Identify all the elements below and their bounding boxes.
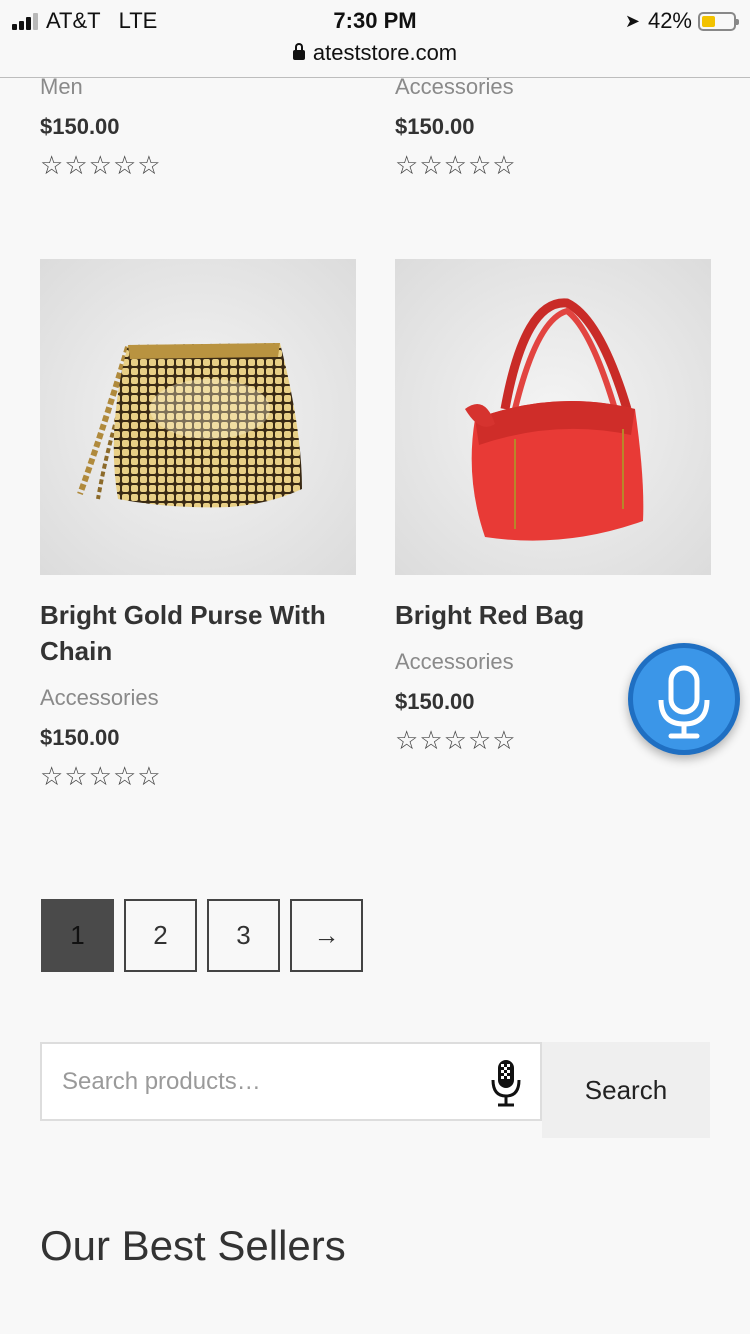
gold-purse-image[interactable] xyxy=(40,259,356,575)
search-button[interactable]: Search xyxy=(542,1042,710,1138)
star-empty-icon: ☆ xyxy=(443,150,467,180)
search-mic-icon[interactable] xyxy=(490,1058,522,1108)
star-empty-icon: ☆ xyxy=(88,761,112,791)
star-empty-icon: ☆ xyxy=(137,761,161,791)
pagination: 1 2 3 → xyxy=(41,899,363,972)
star-empty-icon: ☆ xyxy=(137,150,161,180)
star-empty-icon: ☆ xyxy=(419,725,443,755)
page-3-button[interactable]: 3 xyxy=(207,899,280,972)
status-right: ➤ 42% xyxy=(624,8,739,34)
address-bar[interactable]: ateststore.com xyxy=(0,40,750,66)
product-category[interactable]: Accessories xyxy=(40,685,356,711)
product-card-top-left[interactable]: Men $150.00 ☆ ☆ ☆ ☆ ☆ xyxy=(40,74,356,178)
battery-icon xyxy=(698,11,739,31)
star-rating: ☆ ☆ ☆ ☆ ☆ xyxy=(395,152,711,178)
voice-search-button[interactable] xyxy=(628,643,740,755)
product-card-gold-purse[interactable]: Bright Gold Purse With Chain Accessories… xyxy=(40,259,356,789)
star-empty-icon: ☆ xyxy=(467,150,492,180)
best-sellers-heading: Our Best Sellers xyxy=(40,1222,346,1269)
search-box xyxy=(40,1042,542,1121)
product-card-top-right[interactable]: Accessories $150.00 ☆ ☆ ☆ ☆ ☆ xyxy=(395,74,711,178)
product-price: $150.00 xyxy=(40,114,120,139)
battery-percent: 42% xyxy=(647,8,692,33)
next-page-button[interactable]: → xyxy=(290,899,363,972)
star-empty-icon: ☆ xyxy=(64,761,88,791)
product-title[interactable]: Bright Red Bag xyxy=(395,597,711,633)
star-empty-icon: ☆ xyxy=(395,150,419,180)
product-price: $150.00 xyxy=(395,114,475,139)
star-rating: ☆ ☆ ☆ ☆ ☆ xyxy=(40,763,356,789)
star-empty-icon: ☆ xyxy=(492,725,516,755)
star-empty-icon: ☆ xyxy=(443,725,467,755)
star-empty-icon: ☆ xyxy=(40,150,64,180)
url-text: ateststore.com xyxy=(312,40,458,65)
star-empty-icon: ☆ xyxy=(112,150,137,180)
product-price: $150.00 xyxy=(40,725,120,750)
star-empty-icon: ☆ xyxy=(112,761,137,791)
red-bag-image[interactable] xyxy=(395,259,711,575)
status-bar: AT&T LTE 7:30 PM ➤ 42% ateststore.com xyxy=(0,0,750,78)
location-arrow-icon: ➤ xyxy=(624,10,640,31)
page-2-button[interactable]: 2 xyxy=(124,899,197,972)
star-empty-icon: ☆ xyxy=(419,150,443,180)
page-1-button[interactable]: 1 xyxy=(41,899,114,972)
star-rating: ☆ ☆ ☆ ☆ ☆ xyxy=(40,152,356,178)
star-empty-icon: ☆ xyxy=(467,725,492,755)
microphone-icon xyxy=(658,665,710,739)
star-empty-icon: ☆ xyxy=(64,150,88,180)
star-empty-icon: ☆ xyxy=(88,150,112,180)
search-input[interactable] xyxy=(62,1044,482,1119)
product-title[interactable]: Bright Gold Purse With Chain xyxy=(40,597,356,669)
star-empty-icon: ☆ xyxy=(395,725,419,755)
lock-icon xyxy=(292,43,305,60)
star-empty-icon: ☆ xyxy=(492,150,516,180)
star-empty-icon: ☆ xyxy=(40,761,64,791)
